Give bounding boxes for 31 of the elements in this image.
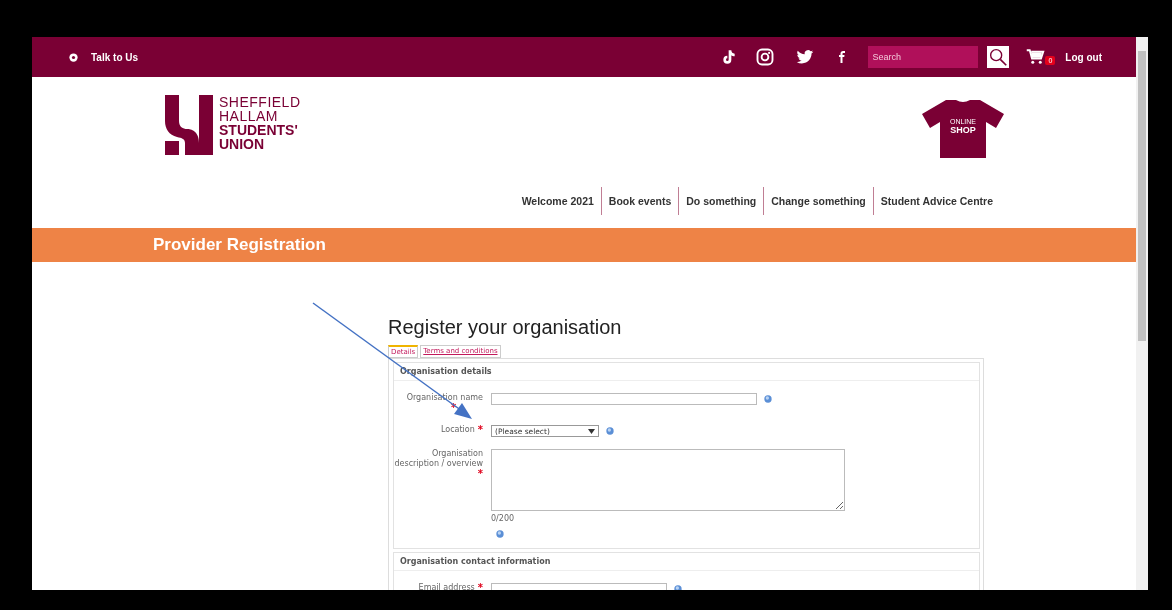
search-icon[interactable]: [985, 46, 1012, 68]
tiktok-icon[interactable]: [720, 48, 737, 66]
field-label: Organisation description / overview: [394, 449, 483, 469]
nav-link[interactable]: Book events: [600, 187, 679, 215]
page-title: Provider Registration: [153, 235, 326, 255]
instagram-icon[interactable]: [756, 48, 775, 66]
description-textarea[interactable]: [491, 449, 845, 511]
required-mark: *: [477, 469, 483, 479]
nav-link[interactable]: Do something: [678, 187, 764, 215]
nav-link[interactable]: Change something: [763, 187, 873, 215]
info-icon[interactable]: [496, 530, 504, 538]
nav-link[interactable]: Welcome 2021: [514, 187, 601, 215]
talk-link[interactable]: Talk to Us: [91, 51, 139, 63]
section-title: Organisation contact information: [394, 553, 979, 571]
info-icon[interactable]: [606, 427, 614, 435]
field-label: Email address: [418, 583, 475, 590]
cart-icon[interactable]: [1025, 48, 1046, 66]
nav-link[interactable]: Student Advice Centre: [872, 187, 1000, 215]
caret-icon: [588, 426, 595, 436]
required-mark: *: [477, 583, 483, 590]
character-counter: 0/200: [491, 514, 516, 523]
info-icon[interactable]: [764, 395, 772, 403]
logout-link[interactable]: Log out: [1065, 51, 1102, 63]
required-mark: *: [477, 425, 483, 435]
scrollbar[interactable]: [1136, 37, 1148, 590]
logo[interactable]: SHEFFIELD HALLAM STUDENTS' UNION: [165, 95, 301, 187]
gear-icon[interactable]: [68, 51, 79, 63]
form-heading: Register your organisation: [388, 316, 623, 339]
search-field[interactable]: Search: [868, 46, 979, 68]
text-field[interactable]: [491, 393, 757, 405]
field-label: Location: [440, 425, 475, 435]
